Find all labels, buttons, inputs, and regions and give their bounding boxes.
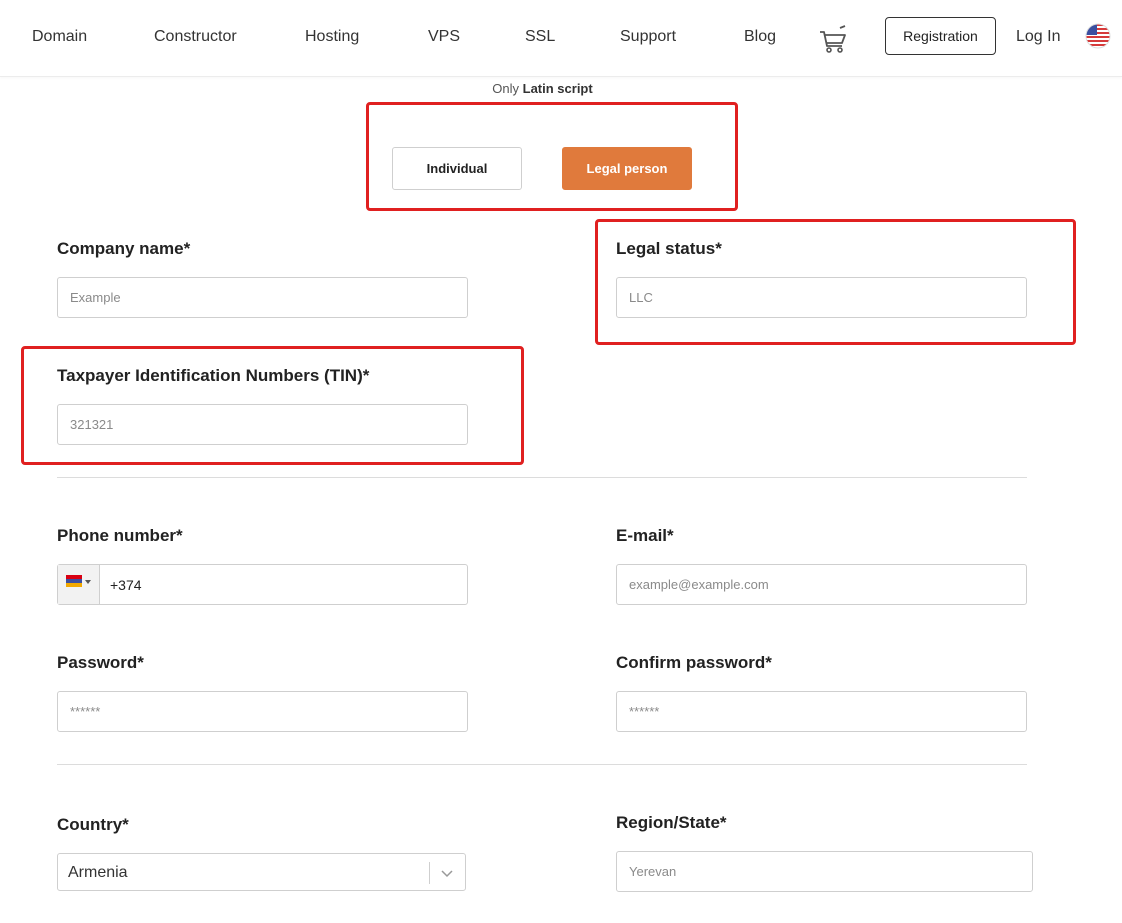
login-link[interactable]: Log In	[1016, 28, 1060, 46]
country-value: Armenia	[68, 864, 128, 881]
armenia-flag-icon	[65, 575, 92, 594]
nav-domain[interactable]: Domain	[32, 28, 87, 46]
individual-button[interactable]: Individual	[392, 147, 522, 190]
phone-field	[57, 564, 468, 605]
country-code-dropdown[interactable]	[58, 565, 100, 604]
top-navbar: Domain Constructor Hosting VPS SSL Suppo…	[0, 0, 1122, 77]
nav-hosting[interactable]: Hosting	[305, 28, 359, 46]
password-input[interactable]	[57, 691, 468, 732]
country-label: Country*	[57, 815, 129, 834]
legal-status-label: Legal status*	[616, 239, 722, 258]
password-label: Password*	[57, 653, 144, 672]
section-divider	[57, 477, 1027, 478]
region-label: Region/State*	[616, 813, 727, 832]
legal-person-button[interactable]: Legal person	[562, 147, 692, 190]
email-input[interactable]	[616, 564, 1027, 605]
tin-input[interactable]	[57, 404, 468, 445]
hint-emphasis: Latin script	[522, 81, 593, 96]
phone-input[interactable]	[100, 565, 465, 604]
nav-support[interactable]: Support	[620, 28, 676, 46]
phone-label: Phone number*	[57, 526, 183, 545]
nav-vps[interactable]: VPS	[428, 28, 460, 46]
section-divider-2	[57, 764, 1027, 765]
country-select[interactable]: Armenia	[57, 853, 466, 891]
tin-label: Taxpayer Identification Numbers (TIN)*	[57, 366, 370, 385]
confirm-password-input[interactable]	[616, 691, 1027, 732]
chevron-down-icon[interactable]	[440, 866, 454, 880]
hint-prefix: Only	[492, 81, 520, 96]
company-name-label: Company name*	[57, 239, 191, 258]
confirm-password-label: Confirm password*	[616, 653, 772, 672]
nav-constructor[interactable]: Constructor	[154, 28, 237, 46]
us-flag-icon[interactable]	[1085, 23, 1111, 49]
registration-button[interactable]: Registration	[885, 17, 996, 55]
legal-status-input[interactable]	[616, 277, 1027, 318]
nav-ssl[interactable]: SSL	[525, 28, 555, 46]
latin-script-hint: Only Latin script	[0, 81, 1085, 96]
company-name-input[interactable]	[57, 277, 468, 318]
select-separator	[429, 862, 430, 884]
email-label: E-mail*	[616, 526, 674, 545]
cart-icon[interactable]	[818, 24, 848, 54]
nav-blog[interactable]: Blog	[744, 28, 776, 46]
region-input[interactable]	[616, 851, 1033, 892]
